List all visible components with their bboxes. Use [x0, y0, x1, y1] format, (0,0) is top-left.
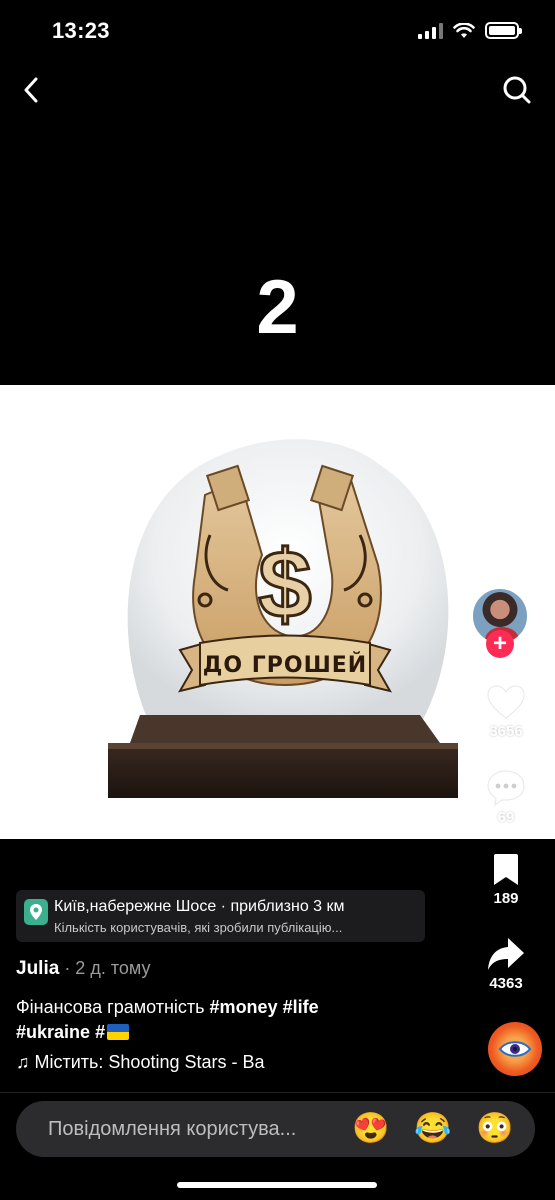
- post-number: 2: [256, 265, 299, 350]
- location-title: Київ,набережне Шосе · приблизно 3 км: [54, 898, 345, 915]
- wifi-icon: [453, 22, 475, 38]
- emoji-laughing-button[interactable]: 😂: [414, 1110, 452, 1148]
- signal-icon: [418, 22, 443, 39]
- emoji-heart-eyes-button[interactable]: 😍: [352, 1110, 390, 1148]
- hashtag[interactable]: #ukraine: [16, 1022, 90, 1042]
- caption: Фінансова грамотність #money #life #ukra…: [16, 995, 396, 1045]
- action-rail: + 3656 69 189 4363: [471, 0, 555, 1200]
- save-button[interactable]: 189: [471, 853, 541, 907]
- hashtag[interactable]: #life: [283, 997, 319, 1017]
- emoji-flushed-button[interactable]: 😳: [476, 1110, 514, 1148]
- banner-text: ДО ГРОШЕЙ: [203, 652, 367, 678]
- music-line[interactable]: ♫ Містить: Shooting Stars - Ba: [16, 1052, 288, 1073]
- dollar-symbol: $: [258, 531, 311, 638]
- ukraine-flag-icon: [107, 1024, 130, 1040]
- like-button[interactable]: 3656: [471, 684, 541, 740]
- comment-icon: [487, 770, 525, 806]
- post-time: · 2 д. тому: [59, 958, 151, 978]
- comment-bar: Повідомлення користува... 😍 😂 😳: [16, 1101, 535, 1157]
- comment-button[interactable]: 69: [471, 768, 541, 826]
- music-disc[interactable]: [488, 1022, 542, 1076]
- caption-text: Фінансова грамотність: [16, 997, 210, 1017]
- hashtag[interactable]: #money: [210, 997, 278, 1017]
- location-subtitle: Кількість користувачів, які зробили публ…: [54, 920, 343, 935]
- status-bar: 13:23: [0, 0, 555, 62]
- location-card[interactable]: Київ,набережне Шосе · приблизно 3 км Кіл…: [16, 890, 425, 942]
- author-line: Julia · 2 д. тому: [16, 958, 150, 980]
- author-name[interactable]: Julia: [16, 958, 59, 979]
- location-pin-icon: [24, 899, 48, 925]
- share-count: 4363: [489, 975, 523, 992]
- follow-button[interactable]: +: [486, 630, 514, 658]
- hashtag[interactable]: #: [95, 1022, 105, 1042]
- home-indicator: [177, 1182, 377, 1188]
- comment-input[interactable]: Повідомлення користува...: [48, 1118, 338, 1141]
- comment-count: 69: [497, 809, 515, 826]
- top-nav: [0, 68, 555, 112]
- heart-icon: [487, 685, 525, 719]
- divider: [0, 1092, 555, 1093]
- eye-icon: [498, 1041, 532, 1057]
- back-button[interactable]: [14, 72, 48, 108]
- share-icon: [488, 938, 524, 970]
- share-button[interactable]: 4363: [471, 936, 541, 992]
- bookmark-icon: [494, 854, 518, 885]
- like-count: 3656: [489, 723, 523, 740]
- save-count: 189: [493, 890, 519, 907]
- status-time: 13:23: [52, 18, 110, 43]
- chevron-left-icon: [24, 77, 38, 103]
